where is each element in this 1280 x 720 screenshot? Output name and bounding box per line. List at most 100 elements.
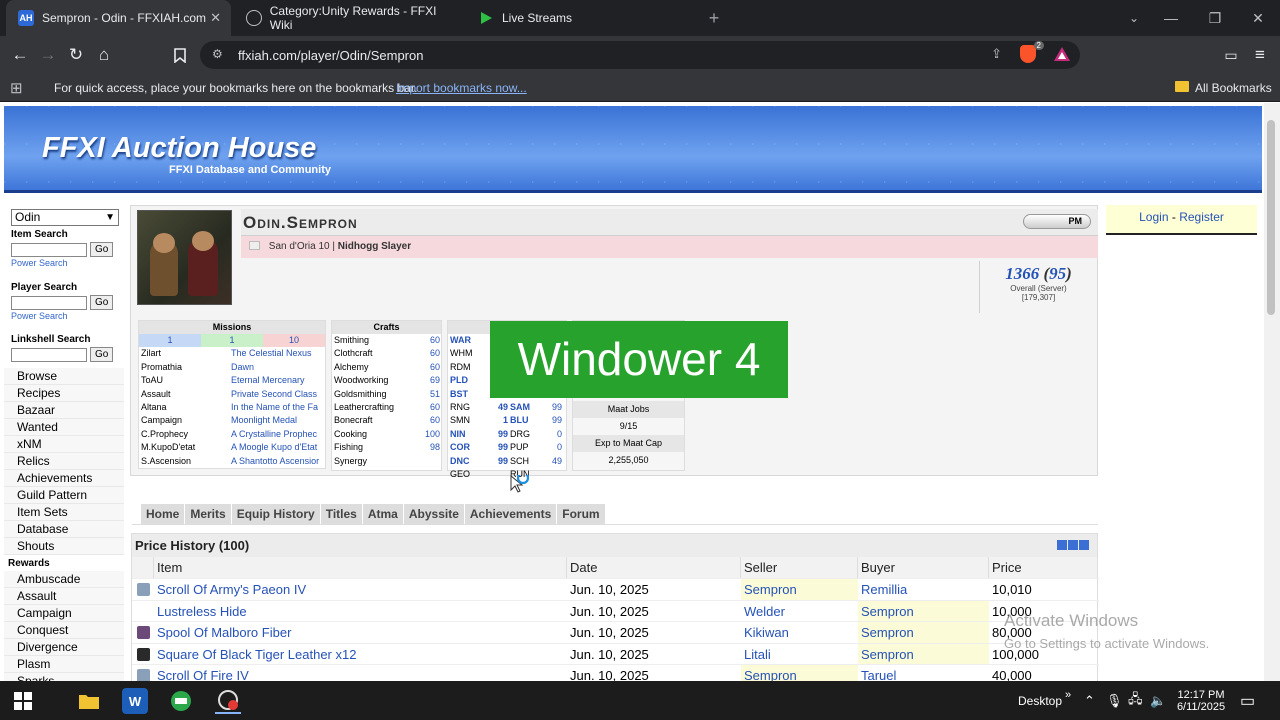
col-date-header[interactable]: Date [567,557,741,578]
browser-taskbar-icon[interactable] [215,688,241,714]
apps-grid-icon[interactable]: ⊞ [10,79,23,97]
login-link[interactable]: Login [1139,210,1168,224]
new-tab-icon[interactable]: + [700,0,728,36]
item-name-link[interactable]: Square Of Black Tiger Leather x12 [154,644,567,665]
mission-progress[interactable]: Eternal Mercenary [231,374,325,387]
linkshell-search-input[interactable] [11,347,87,362]
forward-icon[interactable]: → [34,36,62,74]
collapse-icon[interactable] [1057,540,1067,550]
seller-link[interactable]: Welder [741,601,858,622]
notifications-icon[interactable]: ▭ [1240,681,1255,720]
nav-wanted[interactable]: Wanted [4,419,124,436]
item-name-link[interactable]: Spool Of Malboro Fiber [154,622,567,643]
seller-link[interactable]: Kikiwan [741,622,858,643]
tab-merits[interactable]: Merits [185,504,231,525]
clock[interactable]: 12:17 PM 6/11/2025 [1170,681,1232,720]
tab-equip-history[interactable]: Equip History [231,504,320,525]
tab-abyssite[interactable]: Abyssite [403,504,464,525]
tray-chevron-icon[interactable]: ⌃ [1084,681,1095,720]
tab-achievements[interactable]: Achievements [464,504,557,525]
mission-progress[interactable]: Moonlight Medal [231,414,325,427]
bookmark-icon[interactable] [166,36,194,74]
windows-start-icon[interactable] [10,688,36,714]
nav-ambuscade[interactable]: Ambuscade [4,571,124,588]
address-bar[interactable]: ⚙ ffxiah.com/player/Odin/Sempron ⇪ 2 [200,41,1080,69]
mission-progress[interactable]: Private Second Class [231,388,325,401]
nav-browse[interactable]: Browse [4,368,124,385]
item-name-link[interactable]: Lustreless Hide [154,601,567,622]
nav-campaign[interactable]: Campaign [4,605,124,622]
item-search-go-button[interactable]: Go [90,242,114,257]
item-name-link[interactable]: Scroll Of Fire IV [154,665,567,681]
close-tab-icon[interactable]: ✕ [210,10,221,26]
buyer-link[interactable]: Remillia [858,579,989,600]
buyer-link[interactable]: Sempron [858,600,989,622]
item-search-input[interactable] [11,242,87,257]
tab-live-streams[interactable]: Live Streams [466,0,691,36]
mission-progress[interactable]: In the Name of the Fa [231,401,325,414]
back-icon[interactable]: ← [6,36,34,74]
item-power-search-link[interactable]: Power Search [11,258,124,268]
menu-icon[interactable]: ≡ [1246,36,1274,74]
desktop-toolbar-label[interactable]: Desktop [1018,681,1062,720]
home-icon[interactable]: ⌂ [90,36,118,74]
mission-progress[interactable]: Dawn [231,361,325,374]
mission-progress[interactable]: A Shantotto Ascensior [231,455,325,468]
edit-icon[interactable] [1068,540,1078,550]
mission-progress[interactable]: The Celestial Nexus [231,347,325,360]
page-scrollbar-thumb[interactable] [1267,120,1275,315]
nav-sparks[interactable]: Sparks [4,673,124,681]
col-seller-header[interactable]: Seller [741,557,858,578]
col-buyer-header[interactable]: Buyer [858,557,989,578]
site-logo[interactable]: FFXI Auction House [42,132,316,165]
player-search-input[interactable] [11,295,87,310]
nav-database[interactable]: Database [4,521,124,538]
price-history-row[interactable]: Lustreless Hide Jun. 10, 2025 Welder Sempro… [132,599,1099,622]
close-window-icon[interactable]: ✕ [1236,0,1280,36]
microphone-icon[interactable]: 🎙 [1106,681,1123,720]
import-bookmarks-link[interactable]: Import bookmarks now... [396,81,527,95]
mission-progress[interactable]: A Moogle Kupo d'Etat [231,441,325,454]
ffxi-launcher-icon[interactable]: W [122,688,148,714]
site-info-icon[interactable]: ⚙ [212,47,223,61]
price-history-row[interactable]: Scroll Of Army's Paeon IV Jun. 10, 2025 Se… [132,578,1099,600]
nav-bazaar[interactable]: Bazaar [4,402,124,419]
server-select[interactable]: Odin ▼ [11,209,119,226]
nav-divergence[interactable]: Divergence [4,639,124,656]
brave-rewards-icon[interactable] [1054,47,1070,64]
tab-ffxiah[interactable]: AH Sempron - Odin - FFXIAH.com ✕ [6,0,231,36]
tab-forum[interactable]: Forum [557,504,605,525]
volume-icon[interactable]: 🔈 [1150,681,1166,720]
nav-item-sets[interactable]: Item Sets [4,504,124,521]
nav-conquest[interactable]: Conquest [4,622,124,639]
toolbar-expand-icon[interactable]: » [1065,675,1071,714]
buyer-link[interactable]: Sempron [858,622,989,644]
share-icon[interactable]: ⇪ [991,46,1002,62]
seller-link[interactable]: Litali [741,644,858,665]
player-search-go-button[interactable]: Go [90,295,114,310]
nav-assault[interactable]: Assault [4,588,124,605]
network-icon[interactable]: 🖧 [1128,681,1143,720]
file-explorer-icon[interactable] [76,688,102,714]
private-message-button[interactable]: PM [1023,214,1091,229]
nav-achievements[interactable]: Achievements [4,470,124,487]
seller-link[interactable]: Sempron [741,579,858,600]
col-price-header[interactable]: Price [989,557,1097,578]
nav-plasm[interactable]: Plasm [4,656,124,673]
expand-icon[interactable] [1079,540,1089,550]
all-bookmarks-button[interactable]: All Bookmarks [1195,81,1272,95]
mission-progress[interactable]: A Crystalline Prophec [231,428,325,441]
windower-app-icon[interactable] [168,688,194,714]
seller-link[interactable]: Sempron [741,665,858,681]
nav-xnm[interactable]: xNM [4,436,124,453]
reload-icon[interactable]: ↻ [62,36,90,74]
tab-home[interactable]: Home [141,504,185,525]
sidebar-toggle-icon[interactable]: ▭ [1217,36,1245,74]
item-name-link[interactable]: Scroll Of Army's Paeon IV [154,579,567,600]
price-history-row[interactable]: Spool Of Malboro Fiber Jun. 10, 2025 Kikiw… [132,621,1099,644]
tab-ffxi-wiki[interactable]: Category:Unity Rewards - FFXI Wiki [234,0,459,36]
nav-guild-pattern[interactable]: Guild Pattern [4,487,124,504]
nav-shouts[interactable]: Shouts [4,538,124,555]
buyer-link[interactable]: Sempron [858,643,989,665]
nav-relics[interactable]: Relics [4,453,124,470]
